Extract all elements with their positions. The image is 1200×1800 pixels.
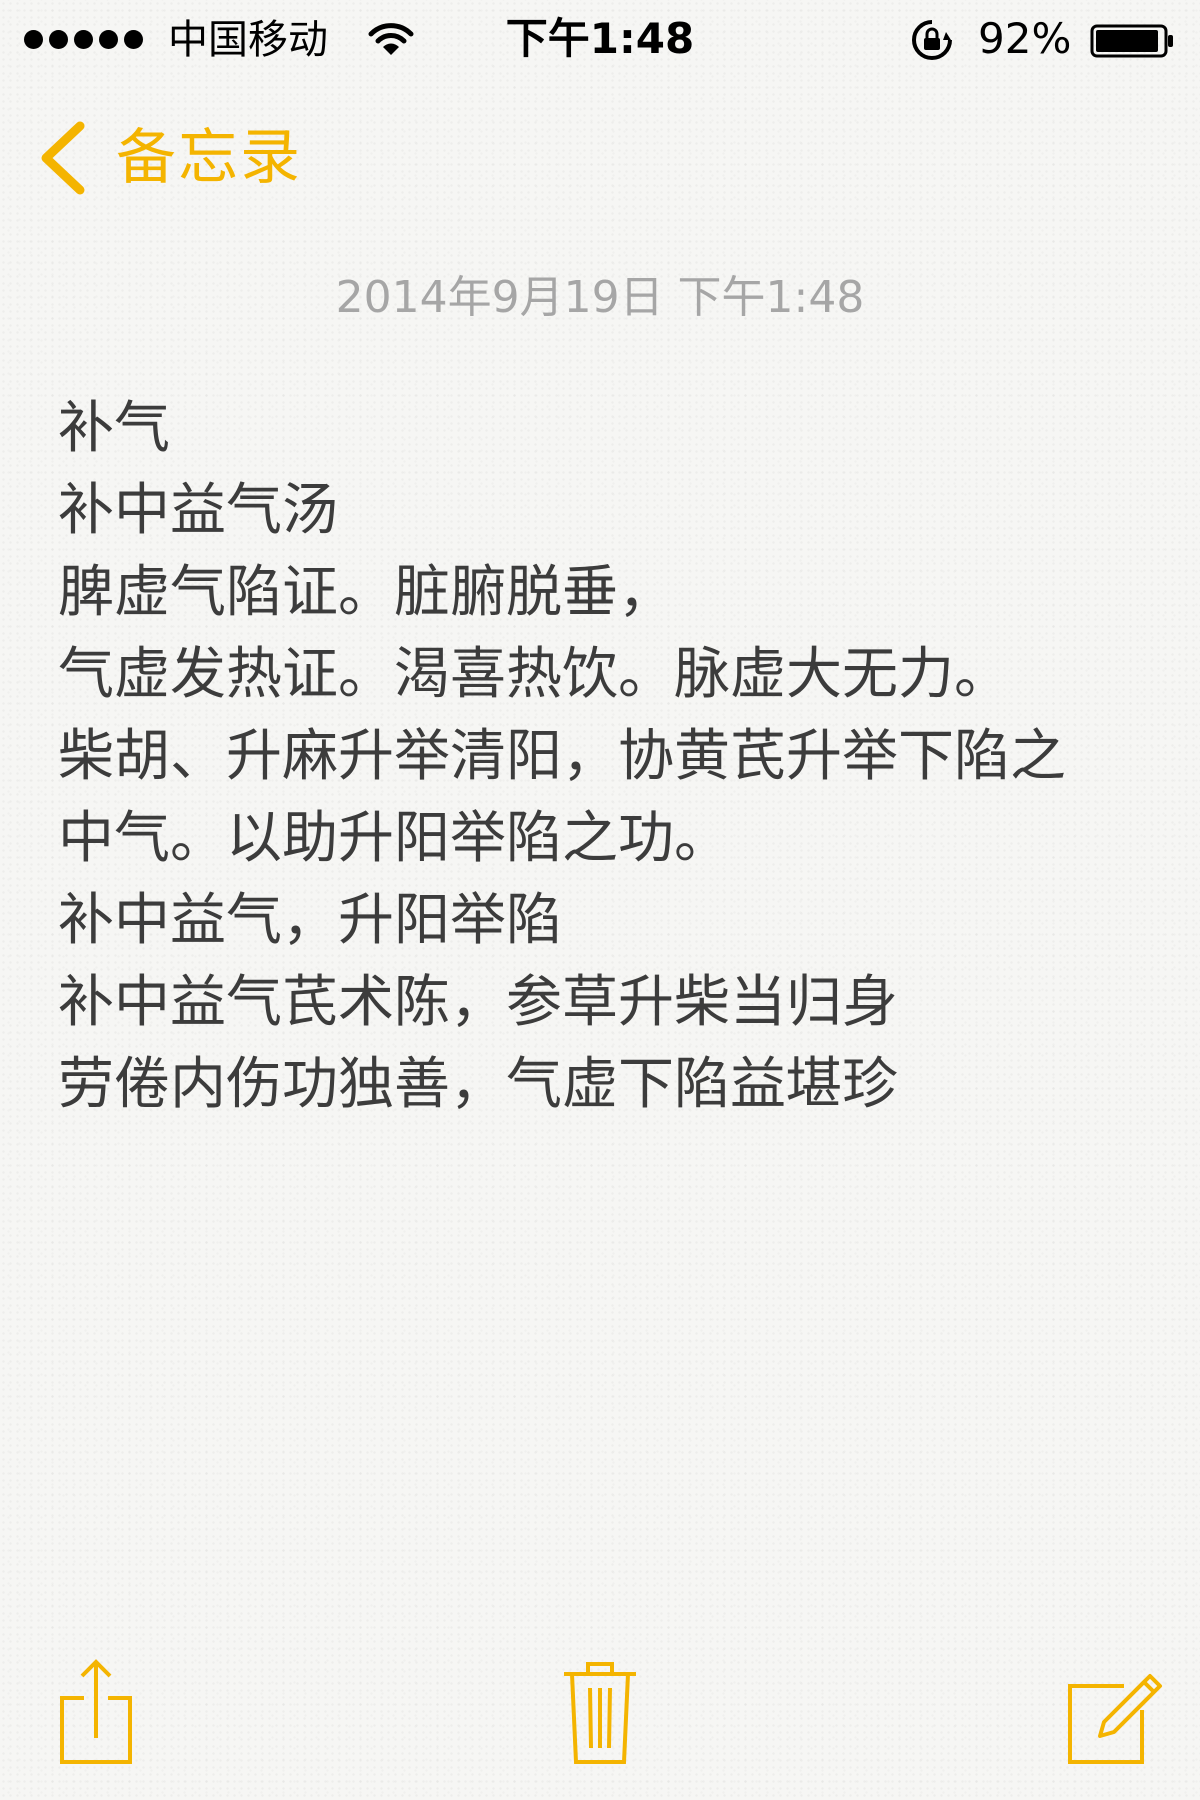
note-line: 气虚发热证。渴喜热饮。脉虚大无力。 [58, 642, 1010, 707]
trash-icon[interactable] [560, 1650, 640, 1770]
note-line: 补中益气，升阳举陷 [58, 888, 562, 953]
share-icon[interactable] [56, 1650, 136, 1770]
note-line: 补气 [58, 396, 170, 461]
note-line: 劳倦内伤功独善，气虚下陷益堪珍 [58, 1052, 898, 1117]
back-button[interactable]: 备忘录 [36, 118, 302, 198]
note-date: 2014年9月19日 下午1:48 [335, 272, 865, 323]
note-line: 补中益气芪术陈，参草升柴当归身 [58, 970, 898, 1035]
navigation-bar: 备忘录 [0, 100, 1200, 220]
bottom-toolbar [0, 1650, 1200, 1780]
chevron-left-icon [41, 121, 85, 195]
compose-icon[interactable] [1064, 1650, 1164, 1770]
note-line: 柴胡、升麻升举清阳，协黄芪升举下陷之中气。以助升阳举陷之功。 [58, 724, 1066, 871]
back-button-label: 备忘录 [116, 123, 302, 193]
note-body[interactable]: 补气 补中益气汤 脾虚气陷证。脏腑脱垂， 气虚发热证。渴喜热饮。脉虚大无力。 柴… [58, 388, 1118, 1126]
battery-percent: 92% [978, 14, 1072, 63]
battery-icon [1090, 24, 1173, 58]
note-line: 补中益气汤 [58, 478, 338, 543]
rotation-lock-icon [912, 20, 952, 60]
note-line: 脾虚气陷证。脏腑脱垂， [58, 560, 674, 625]
status-bar: 中国移动 下午1:48 92% [0, 0, 1200, 80]
